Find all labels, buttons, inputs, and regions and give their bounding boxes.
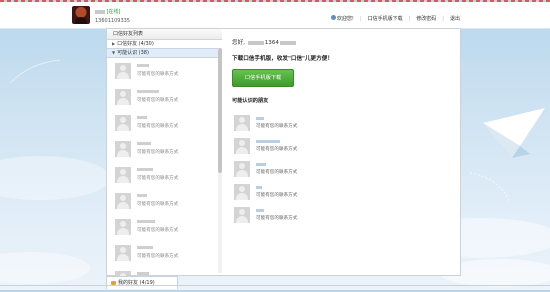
contact-avatar (115, 193, 131, 209)
friend-name-blurred (256, 163, 266, 166)
mobile-download-link[interactable]: 口信手机版下载 (368, 15, 403, 22)
group-label: 可能认识 (38) (117, 50, 149, 56)
contact-description: 可能有您的联系方式 (137, 150, 179, 155)
main-panel: 您好, 1364 下载口信手机版，收发"口信"儿更方便！ 口信手机版下载 可能认… (222, 28, 461, 276)
suggested-friend[interactable]: 可能有您的联系方式 (234, 182, 324, 202)
suggested-friend[interactable]: 可能有您的联系方式 (234, 159, 324, 179)
friend-description: 可能有您的联系方式 (256, 124, 298, 129)
contact-avatar (115, 245, 131, 261)
user-name-blurred (95, 9, 105, 14)
contact-item[interactable]: 可能有您的联系方式 (107, 84, 223, 110)
greeting: 您好, 1364 (232, 38, 297, 46)
contact-description: 可能有您的联系方式 (137, 202, 179, 207)
mobile-download-button[interactable]: 口信手机版下载 (232, 69, 294, 87)
contact-description: 可能有您的联系方式 (137, 176, 179, 181)
friend-name-blurred (256, 117, 264, 120)
link-separator: | (442, 15, 444, 22)
user-avatar[interactable] (72, 6, 90, 24)
contact-avatar (115, 63, 131, 79)
contact-name-blurred (137, 220, 155, 223)
link-separator: | (408, 15, 411, 22)
change-password-link[interactable]: 修改密码 (416, 15, 436, 22)
triangle-right-icon: ▶ (112, 41, 116, 46)
contact-description: 可能有您的联系方式 (137, 124, 179, 129)
suggested-friend[interactable]: 可能有您的联系方式 (234, 205, 324, 225)
contact-item[interactable]: 可能有您的联系方式 (107, 110, 223, 136)
paper-plane-icon (483, 108, 545, 158)
welcome-text: 欢迎您! (330, 15, 354, 22)
friend-description: 可能有您的联系方式 (256, 170, 298, 175)
contact-name-blurred (137, 116, 147, 119)
friend-avatar (234, 161, 250, 177)
user-phone: 13601109335 (95, 18, 130, 24)
link-separator: | (359, 15, 362, 22)
friend-description: 可能有您的联系方式 (256, 193, 298, 198)
contact-list-panel: 口信好友列表 ▶ 口信好友 (4/30) ▼ 可能认识 (38) 可能有您的联系方式… (106, 28, 224, 287)
contact-avatar (115, 115, 131, 131)
header-bar: [在线] 13601109335 欢迎您! | 口信手机版下载 | 修改密码 |… (0, 2, 550, 29)
friend-name-blurred (256, 186, 262, 189)
contact-avatar (115, 141, 131, 157)
contact-list: 可能有您的联系方式 可能有您的联系方式 可能有您的联系方式 可能有您的联系方式 可能有您… (107, 58, 223, 292)
friend-avatar (234, 115, 250, 131)
contact-item[interactable]: 可能有您的联系方式 (107, 58, 223, 84)
download-promo-text: 下载口信手机版，收发"口信"儿更方便！ (232, 56, 333, 62)
contact-name-blurred (137, 246, 153, 249)
friend-description: 可能有您的联系方式 (256, 216, 298, 221)
group-koxin-friends[interactable]: ▶ 口信好友 (4/30) (107, 40, 223, 48)
person-icon (330, 15, 336, 20)
friends-icon (111, 280, 116, 285)
contact-description: 可能有您的联系方式 (137, 228, 179, 233)
friend-avatar (234, 184, 250, 200)
maybe-known-title: 可能认识的朋友 (232, 98, 269, 104)
friend-avatar (234, 207, 250, 223)
bottom-divider (0, 285, 550, 286)
triangle-down-icon: ▼ (112, 50, 116, 55)
contact-avatar (115, 89, 131, 105)
status-badge: [在线] (106, 9, 121, 15)
friend-name-blurred (256, 140, 280, 143)
greeting-blurred (280, 40, 296, 45)
contact-name-blurred (137, 194, 147, 197)
suggested-friend[interactable]: 可能有您的联系方式 (234, 113, 324, 133)
contact-name-blurred (137, 272, 149, 275)
greeting-blurred (247, 40, 264, 45)
contact-name-blurred (137, 168, 153, 171)
contact-item[interactable]: 可能有您的联系方式 (107, 162, 223, 188)
contact-item[interactable]: 可能有您的联系方式 (107, 136, 223, 162)
contact-avatar (115, 219, 131, 235)
friend-avatar (234, 138, 250, 154)
contact-name-blurred (137, 64, 149, 67)
contact-description: 可能有您的联系方式 (137, 72, 179, 77)
group-maybe-known[interactable]: ▼ 可能认识 (38) (107, 48, 223, 58)
top-links: 欢迎您! | 口信手机版下载 | 修改密码 | 退出 (330, 15, 460, 22)
logout-link[interactable]: 退出 (450, 15, 460, 22)
contact-item[interactable]: 可能有您的联系方式 (107, 240, 223, 266)
friend-name-blurred (256, 209, 264, 212)
contact-item[interactable]: 可能有您的联系方式 (107, 214, 223, 240)
group-label: 口信好友 (4/30) (117, 41, 154, 47)
contact-avatar (115, 167, 131, 183)
my-friends-tab[interactable]: 我的好友 (4/19) (106, 276, 178, 289)
user-name: [在线] (95, 8, 121, 15)
contact-description: 可能有您的联系方式 (137, 254, 179, 259)
contact-item[interactable]: 可能有您的联系方式 (107, 188, 223, 214)
contact-name-blurred (137, 142, 151, 145)
friend-description: 可能有您的联系方式 (256, 147, 298, 152)
contact-name-blurred (137, 90, 159, 93)
suggested-friend[interactable]: 可能有您的联系方式 (234, 136, 324, 156)
contact-list-title: 口信好友列表 (107, 29, 223, 40)
contact-description: 可能有您的联系方式 (137, 98, 179, 103)
